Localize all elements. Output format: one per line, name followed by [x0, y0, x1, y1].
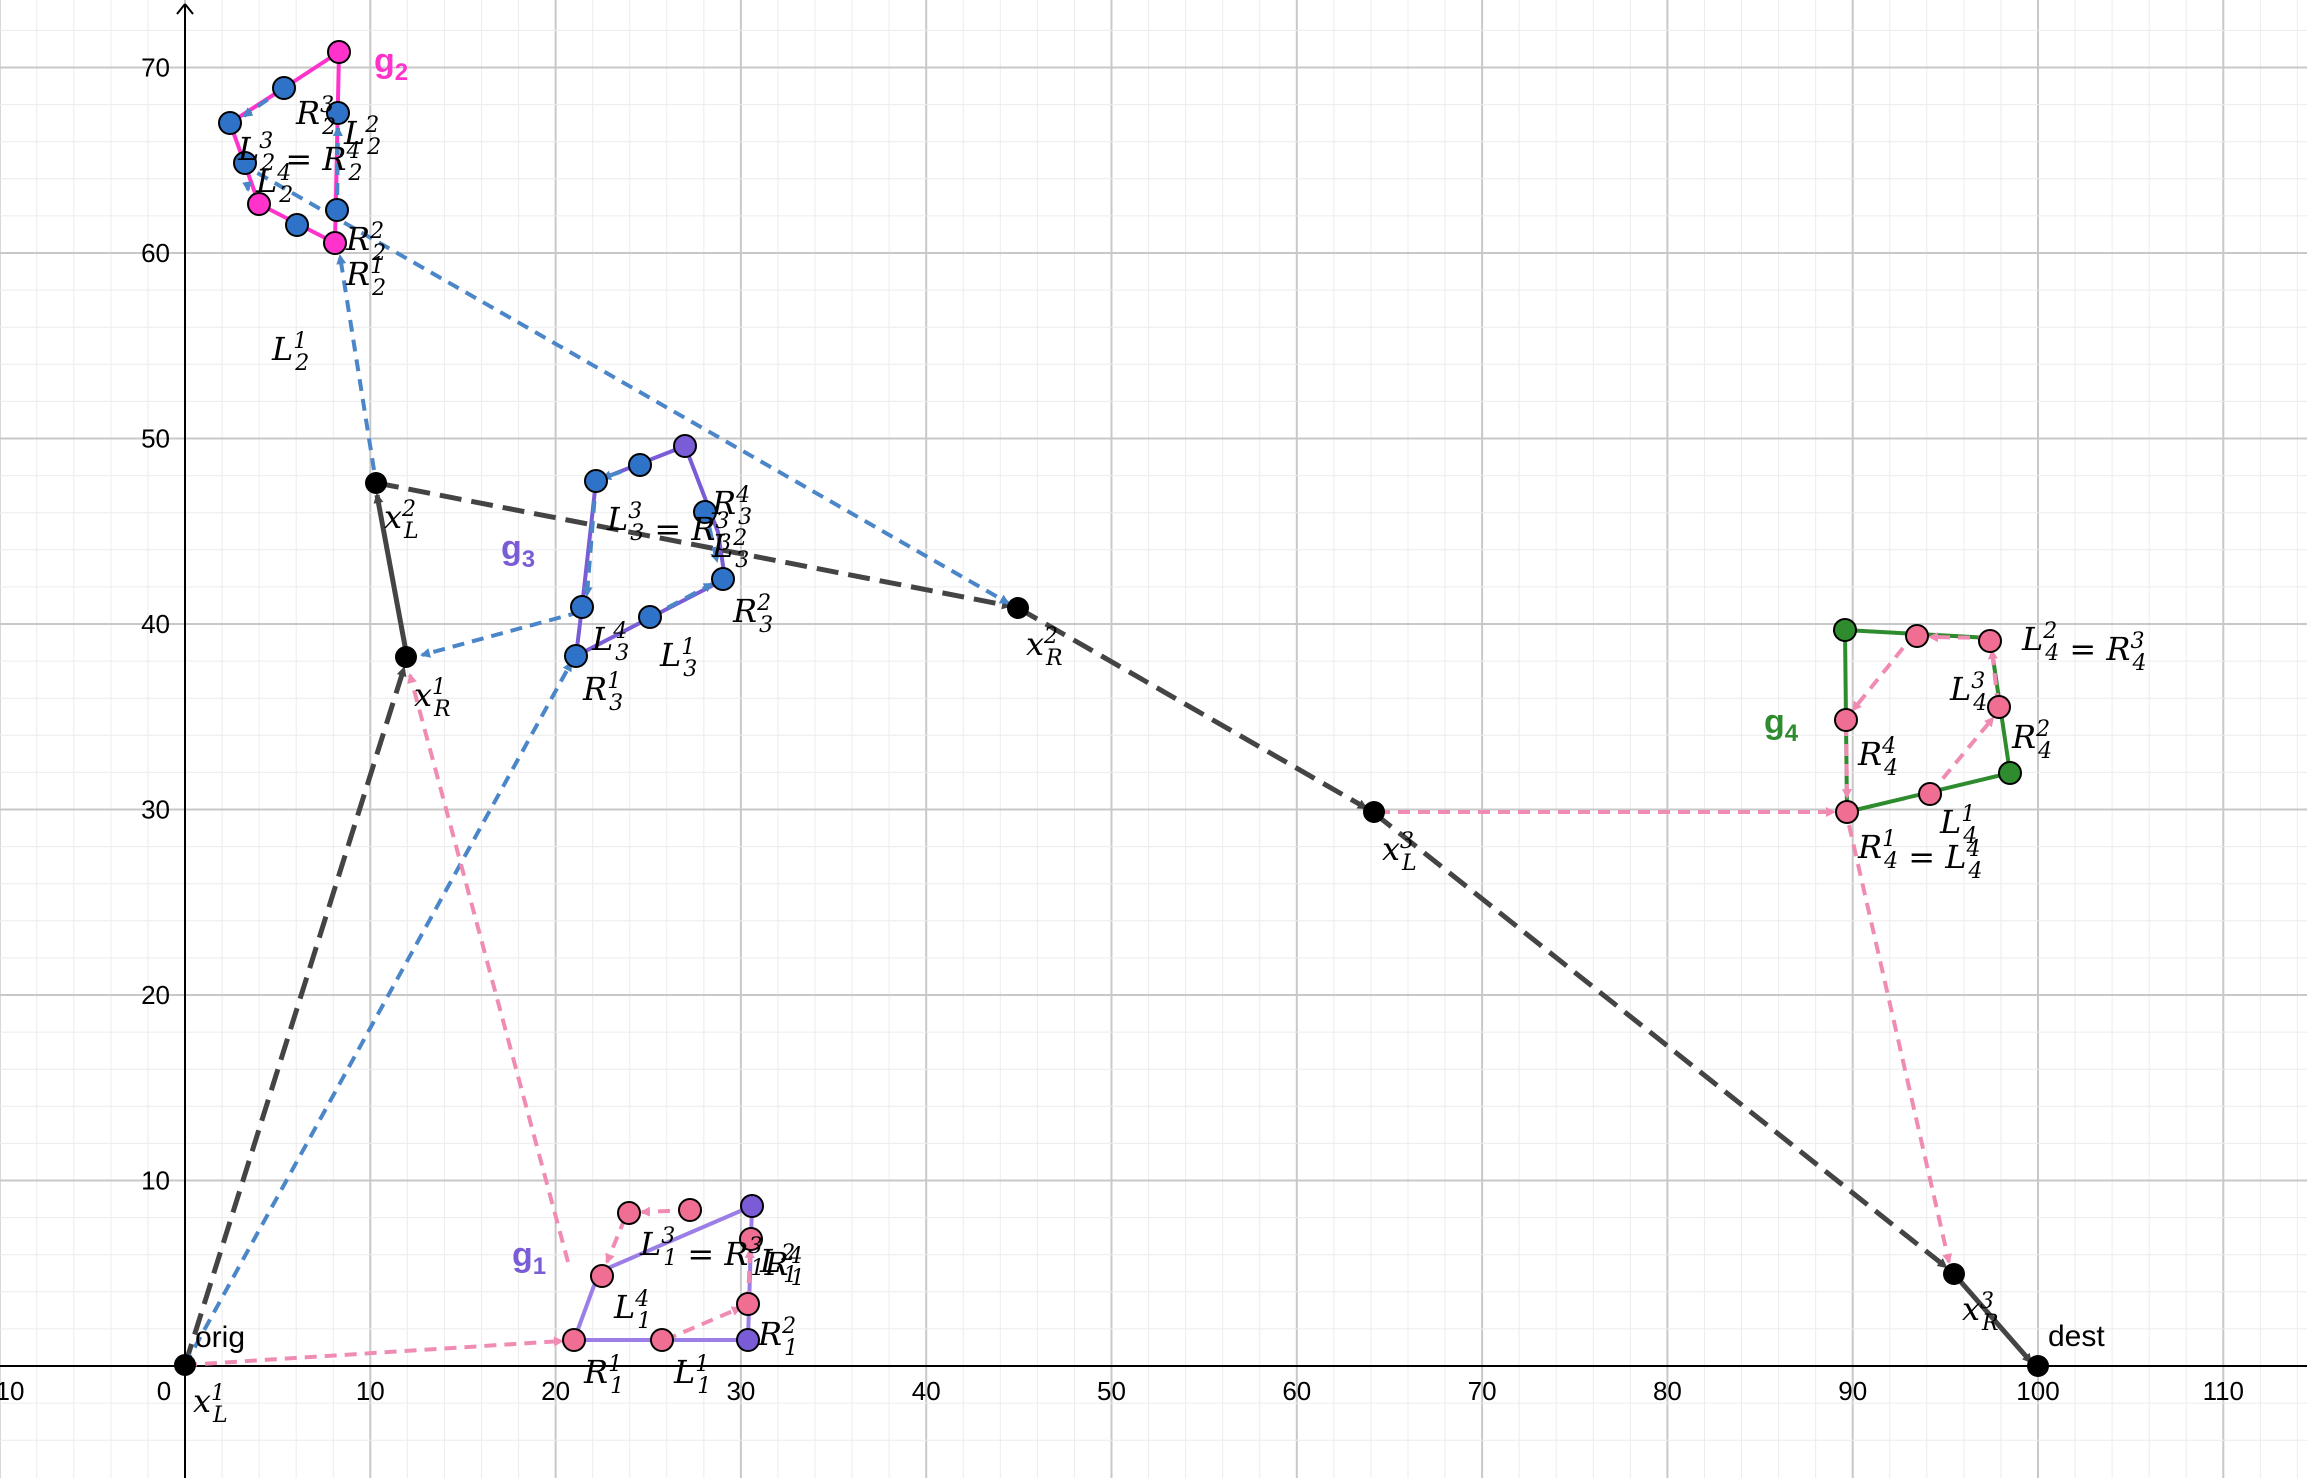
- math-label-g1-L3R3R4: L3 1 = R3 1R4 1: [639, 1224, 805, 1291]
- math-label-g1-L1: L1 1: [673, 1352, 711, 1399]
- x-tick-label: 60: [1282, 1376, 1311, 1406]
- pink-g1-d: [605, 1217, 627, 1264]
- math-label-g3-L4: L4 3: [591, 619, 629, 666]
- point-xL3: [1363, 801, 1385, 823]
- g2-point: [272, 76, 296, 100]
- pink-g1-a: [664, 1306, 742, 1342]
- g4-point: [1918, 782, 1942, 806]
- point-dest: [2027, 1355, 2049, 1377]
- x-tick-label: 40: [912, 1376, 941, 1406]
- math-label-g1-R1: R1 1: [583, 1352, 624, 1399]
- math-label-g3-L1: L1 3: [659, 635, 697, 682]
- math-label-xL3: x3 L: [1382, 829, 1417, 876]
- x-tick-label: 110: [2203, 1376, 2244, 1406]
- g2-point: [325, 198, 349, 222]
- g2-point: [285, 213, 309, 237]
- x-tick-label: 0: [157, 1376, 171, 1406]
- g4-point: [1987, 695, 2011, 719]
- x-tick-label: 50: [1097, 1376, 1126, 1406]
- math-label-g2-L1: L1 2: [271, 329, 309, 376]
- x-tick-label: 20: [541, 1376, 570, 1406]
- pink-arrow-g1-xR1: [407, 673, 570, 1263]
- g2-vertex: [327, 40, 351, 64]
- dest-label: dest: [2048, 1320, 2105, 1353]
- g4-point: [1905, 624, 1929, 648]
- x-tick-label: 30: [726, 1376, 755, 1406]
- math-label-xL2: x2 L: [384, 497, 419, 544]
- x-tick-label: 100: [2016, 1376, 2059, 1406]
- g1-point: [736, 1292, 760, 1316]
- y-tick-label: 50: [141, 424, 170, 454]
- math-label-g4-L2R3: L2 4 = R3 4: [2021, 619, 2147, 676]
- point-xR1: [395, 646, 417, 668]
- g4-point: [1978, 629, 2002, 653]
- math-label-g4-L3: L3 4: [1949, 669, 1987, 716]
- tick-labels: 10 0 10 20 30 40 50 60 70 80 90 100 1101020304050607…: [0, 53, 2244, 1407]
- x-tick-label: 10: [0, 1376, 24, 1406]
- point-xL2: [365, 472, 387, 494]
- g3-point: [711, 567, 735, 591]
- point-xR2: [1007, 597, 1029, 619]
- g1-vertex: [740, 1194, 764, 1218]
- group-label-g2: g2: [374, 42, 408, 86]
- orig-label: orig: [195, 1321, 245, 1354]
- g3-point: [564, 644, 588, 668]
- x-tick-label: 90: [1838, 1376, 1867, 1406]
- g1-point: [562, 1328, 586, 1352]
- point-orig: [174, 1354, 196, 1376]
- y-axis-arrow: [184, 3, 194, 15]
- arrow-xL3-xR3: [1372, 811, 1948, 1269]
- point-xR3: [1943, 1263, 1965, 1285]
- pink-route-arrows: [184, 632, 2000, 1367]
- arrow-xR2-xL3: [1016, 605, 1368, 811]
- g4-point: [1835, 800, 1859, 824]
- pink-arrow-g4-xR3: [1847, 824, 1953, 1264]
- math-label-g3-R2: R2 3: [732, 591, 773, 638]
- g3-point: [570, 595, 594, 619]
- x-tick-label: 80: [1653, 1376, 1682, 1406]
- math-label-xL1: x1 L: [193, 1381, 228, 1428]
- diagram-canvas: 10 0 10 20 30 40 50 60 70 80 90 100 1101020304050607…: [0, 0, 2307, 1478]
- y-tick-label: 10: [141, 1166, 170, 1196]
- math-label-g4-R4: R4 4: [1857, 734, 1898, 781]
- g3-point: [584, 469, 608, 493]
- group-polygons: [227, 48, 2013, 1342]
- math-label-g2-R3: R3 2: [295, 93, 336, 140]
- y-axis-arrow: [176, 3, 186, 15]
- y-tick-label: 40: [141, 609, 170, 639]
- y-tick-label: 20: [141, 980, 170, 1010]
- math-label-g1-L4: L4 1: [613, 1287, 651, 1334]
- g1-point: [650, 1328, 674, 1352]
- g3-point: [628, 453, 652, 477]
- route-arrows: [182, 480, 2033, 1366]
- math-label-xR2: x2 R: [1026, 624, 1063, 671]
- g1-point: [617, 1201, 641, 1225]
- g4-vertex: [1833, 618, 1857, 642]
- math-label-g4-R2: R2 4: [2011, 717, 2052, 764]
- g1-point: [590, 1264, 614, 1288]
- g4-point: [1834, 708, 1858, 732]
- blue-route-arrows: [183, 86, 1010, 1366]
- x-tick-label: 10: [356, 1376, 385, 1406]
- g3-point: [638, 605, 662, 629]
- g1-vertex: [736, 1328, 760, 1352]
- math-label-g3-L2: L2 3: [711, 526, 749, 573]
- y-tick-label: 30: [141, 795, 170, 825]
- g3-vertex: [673, 434, 697, 458]
- y-tick-label: 60: [141, 238, 170, 268]
- y-tick-label: 70: [141, 53, 170, 83]
- x-tick-label: 70: [1468, 1376, 1497, 1406]
- group-label-g4: g4: [1764, 703, 1799, 747]
- g2-vertex: [323, 231, 347, 255]
- group-label-g3: g3: [501, 529, 535, 573]
- group-label-g1: g1: [512, 1236, 546, 1280]
- g4-vertex: [1998, 761, 2022, 785]
- math-label-g3-R1: R1 3: [582, 669, 623, 716]
- pink-g4-b: [1851, 646, 1905, 712]
- g1-point: [678, 1198, 702, 1222]
